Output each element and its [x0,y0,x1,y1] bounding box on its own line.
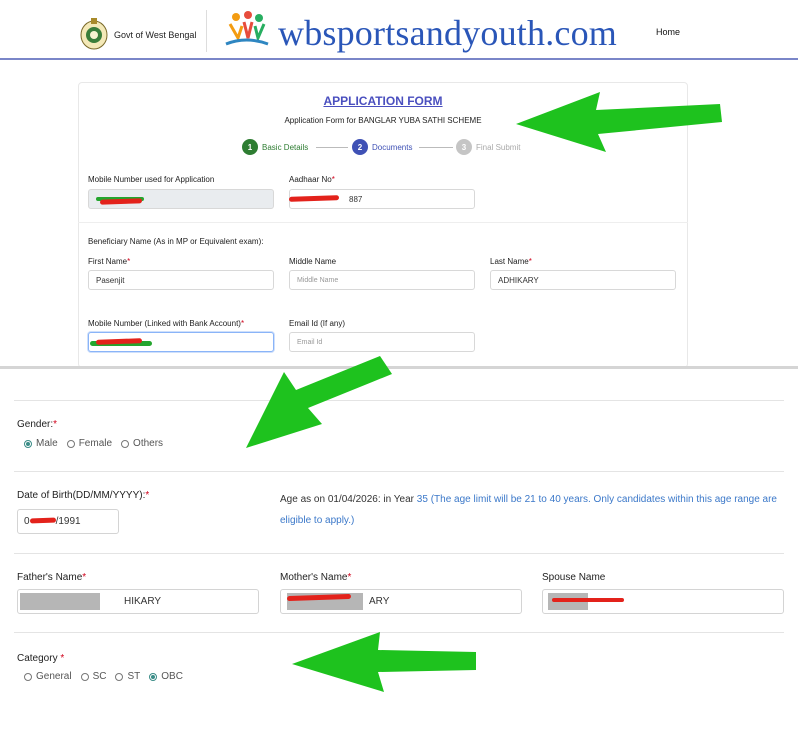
home-link[interactable]: Home [656,27,680,37]
radio-button[interactable] [121,439,130,448]
step-final-submit[interactable]: 3 Final Submit [456,139,520,155]
last-name-label: Last Name* [490,257,532,266]
section-divider [14,400,784,401]
email-label: Email Id (If any) [289,319,346,328]
redaction-mark [20,593,100,610]
step-documents[interactable]: 2 Documents [352,139,412,155]
radio-button[interactable] [24,672,32,681]
beneficiary-label: Beneficiary Name (As in MP or Equivalent… [88,237,264,246]
site-name: wbsportsandyouth.com [278,13,617,53]
first-name-label: First Name* [88,257,131,266]
category-option-obc[interactable]: OBC [149,671,183,682]
radio-button[interactable] [80,672,89,681]
step-connector [316,147,348,148]
govt-label: Govt of West Bengal [114,30,197,40]
step-number: 1 [242,139,258,155]
west-bengal-emblem-icon [80,18,108,50]
step-label: Basic Details [262,142,309,152]
middle-name-input[interactable]: Middle Name [289,270,475,290]
middle-name-label: Middle Name [289,257,337,266]
radio-button[interactable] [115,672,124,681]
mobile-app-label: Mobile Number used for Application [88,175,215,184]
redaction-mark [552,598,624,602]
category-option-sc[interactable]: SC [80,671,106,682]
aadhaar-label: Aadhaar No* [289,175,335,184]
mobile-bank-label: Mobile Number (Linked with Bank Account)… [88,319,245,328]
gender-option-others[interactable]: Others [121,438,163,449]
last-name-input[interactable]: ADHIKARY [490,270,676,290]
step-connector [419,147,453,148]
radio-button[interactable] [66,439,75,448]
form-title: APPLICATION FORM [323,94,443,108]
step-number: 3 [456,139,472,155]
dob-label: Date of Birth(DD/MM/YYYY):* [17,490,150,501]
section-divider [14,553,784,554]
step-label: Final Submit [476,142,521,152]
form-subtitle: Application Form for BANGLAR YUBA SATHI … [284,116,482,125]
father-name-label: Father's Name* [17,572,87,583]
gender-option-male[interactable]: Male [24,438,58,449]
age-info: Age as on 01/04/2026: in Year 35 (The ag… [280,494,777,526]
email-input[interactable]: Email Id [289,332,475,352]
step-number: 2 [352,139,368,155]
age-value: 35 [416,494,428,505]
radio-button[interactable] [24,439,32,448]
redaction-mark [29,517,57,524]
sports-youth-logo-icon [225,11,269,46]
category-option-general[interactable]: General [24,671,72,682]
gender-radio-group: Male Female Others [24,438,172,449]
mother-name-label: Mother's Name* [280,572,352,583]
first-name-input[interactable]: Pasenjit [88,270,274,290]
category-radio-group: General SC ST OBC [24,671,192,682]
section-divider [14,471,784,472]
category-label: Category * [17,653,65,664]
gender-option-female[interactable]: Female [66,438,112,449]
category-option-st[interactable]: ST [115,671,140,682]
section-divider [14,632,784,633]
radio-button[interactable] [149,672,158,681]
gender-label: Gender:* [17,419,58,430]
section-divider [78,222,688,223]
spouse-name-label: Spouse Name [542,572,606,583]
step-basic-details[interactable]: 1 Basic Details [242,139,308,155]
header-divider [206,10,207,52]
step-label: Documents [372,142,413,152]
site-header: Govt of West Bengal wbsportsandyouth.com… [0,0,798,60]
